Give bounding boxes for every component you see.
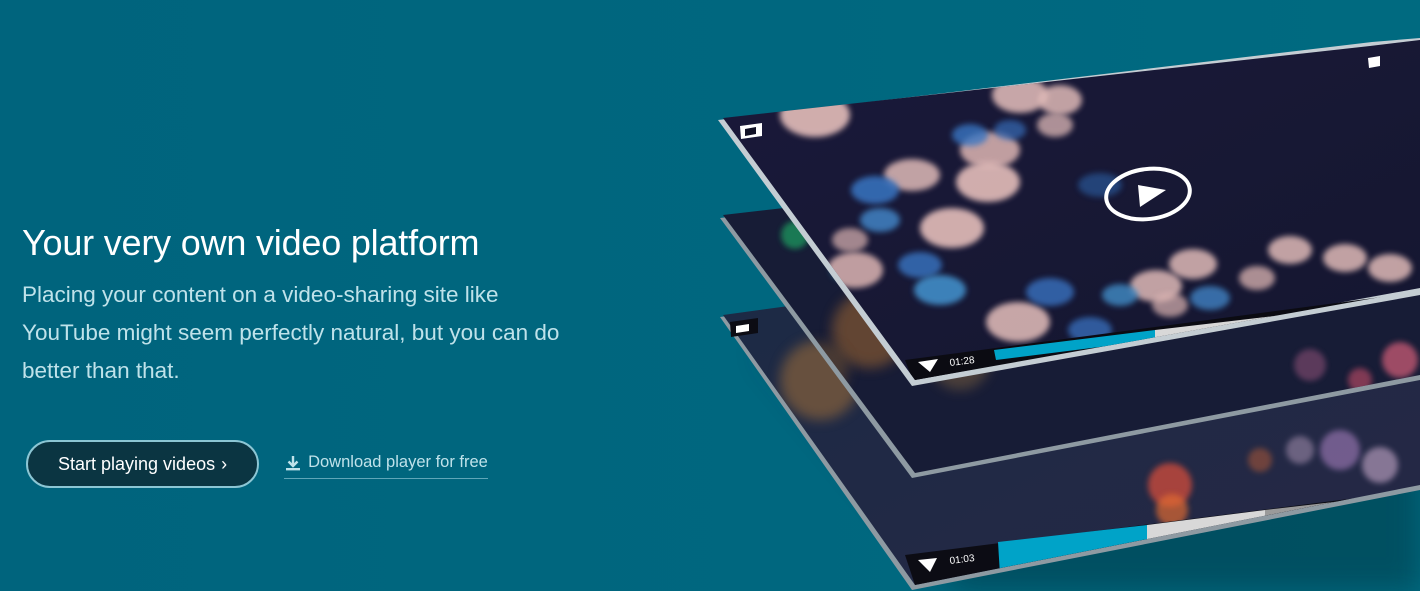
chevron-right-icon: › [221, 454, 228, 474]
hero-subtitle: Placing your content on a video-sharing … [22, 282, 560, 383]
download-player-link[interactable]: Download player for free [284, 453, 488, 479]
start-playing-button[interactable]: Start playing videos › [26, 440, 260, 488]
hero-section: Your very own video platform Placing you… [0, 0, 1420, 591]
hero-title: Your very own video platform [22, 222, 480, 263]
start-playing-label: Start playing videos [58, 454, 216, 474]
download-player-label: Download player for free [308, 453, 488, 471]
hero-copy: Your very own video platform Placing you… [22, 222, 622, 390]
download-icon [286, 455, 301, 470]
video-player-illustration: 01:03 01:28 [718, 38, 1420, 591]
cta-row: Start playing videos › Download player fo… [26, 440, 488, 488]
